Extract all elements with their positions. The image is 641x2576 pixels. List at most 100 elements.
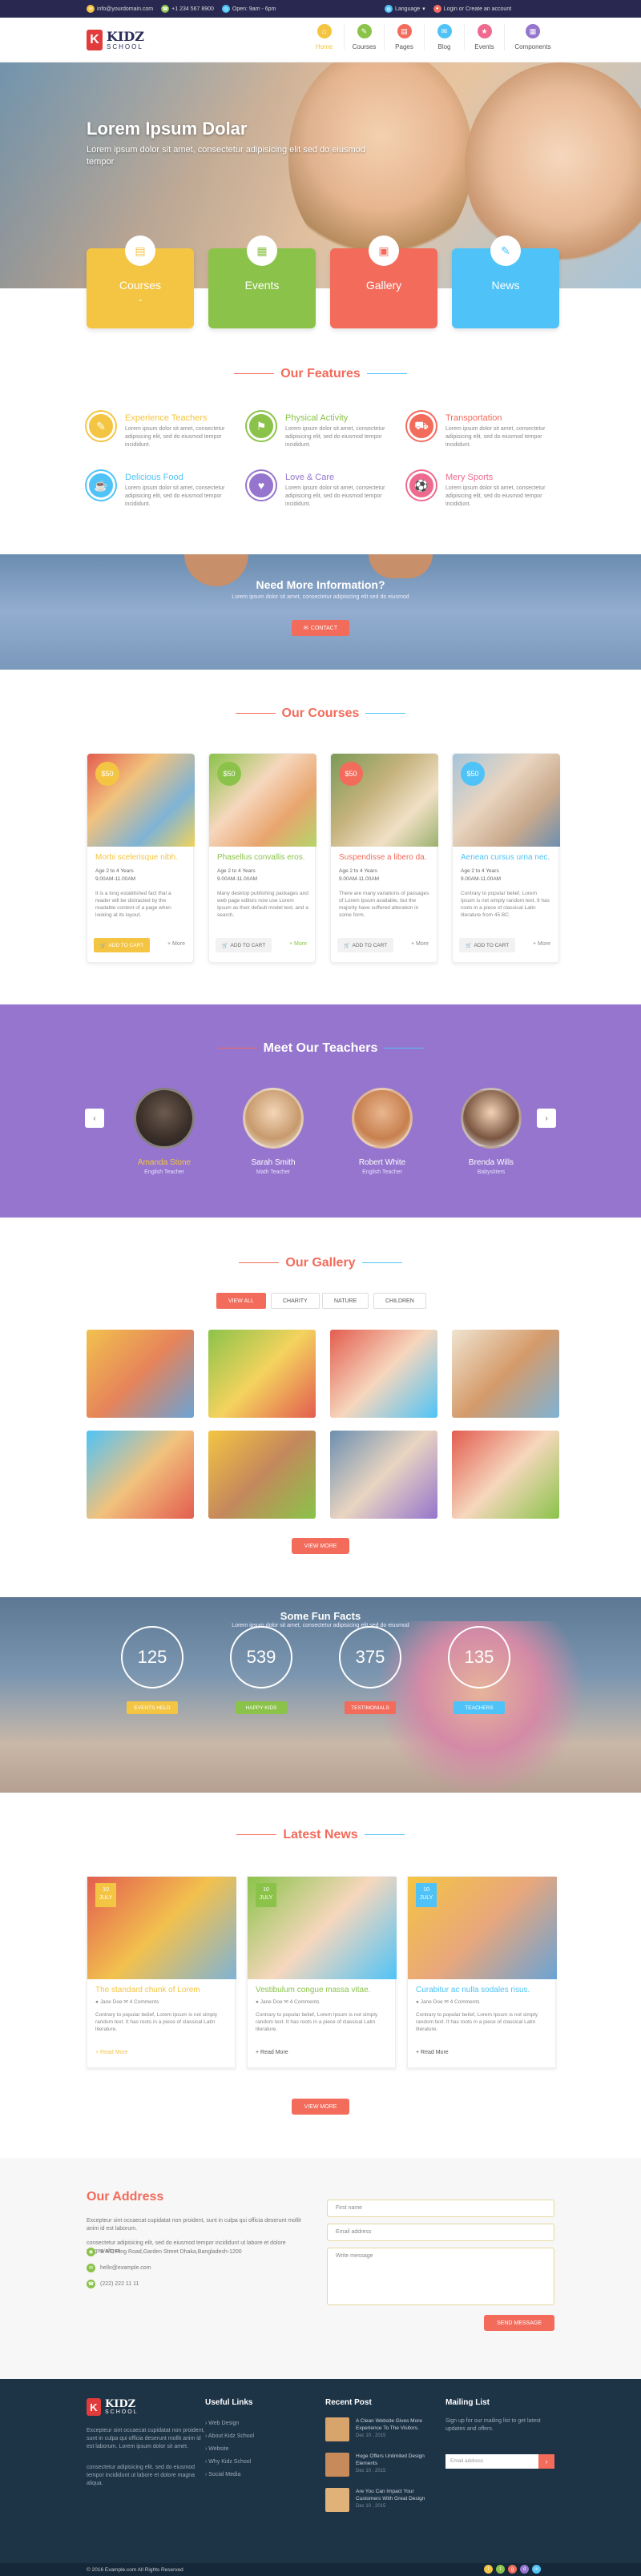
hero-title: Lorem Ipsum Dolar xyxy=(87,119,248,139)
feature-icon: ♥ xyxy=(247,471,276,500)
read-more-link[interactable]: + Read More xyxy=(256,2050,288,2055)
twitter-icon[interactable]: t xyxy=(496,2565,505,2574)
add-to-cart-button[interactable]: 🛒 ADD TO CART xyxy=(337,938,394,952)
course-more-link[interactable]: + More xyxy=(289,941,307,947)
nav-item-pages[interactable]: ▤ Pages xyxy=(385,24,425,50)
recent-post[interactable]: Are You Can Impact Your Customers With G… xyxy=(325,2488,437,2517)
course-more-link[interactable]: + More xyxy=(167,941,185,947)
course-card[interactable]: $50 Aenean cursus urna nec. Age 2 to 4 Yea… xyxy=(452,753,560,963)
email-input[interactable]: Email address xyxy=(327,2224,554,2241)
course-text: There are many variations of passages of… xyxy=(339,891,429,918)
contact-button[interactable]: ✉ CONTACT xyxy=(292,620,349,636)
course-card[interactable]: $50 Phasellus convallis eros. Age 2 to 4 Y… xyxy=(208,753,316,963)
news-title[interactable]: Vestibulum congue massa vitae. xyxy=(256,1986,370,1994)
teacher-avatar xyxy=(352,1088,413,1149)
course-more-link[interactable]: + More xyxy=(411,941,429,947)
hero-text: Lorem ipsum dolor sit amet, consectetur … xyxy=(87,145,365,167)
gallery-image[interactable] xyxy=(330,1431,437,1519)
recent-post[interactable]: Huge Offers Unlimited Design Elements Dec… xyxy=(325,2453,437,2481)
feature-item: ⛟ Transportation Lorem ipsum dolor sit ame… xyxy=(407,412,559,468)
dribbble-icon[interactable]: d xyxy=(520,2565,529,2574)
feature-item: ♥ Love & Care Lorem ipsum dolor sit amet, … xyxy=(247,471,399,527)
gallery-view-more-button[interactable]: VIEW MORE xyxy=(292,1538,349,1554)
footer-link[interactable]: › Web Design xyxy=(205,2417,254,2430)
news-view-more-button[interactable]: VIEW MORE xyxy=(292,2099,349,2115)
gallery-image[interactable] xyxy=(452,1330,559,1418)
nav-item-components[interactable]: ▦ Components xyxy=(505,24,561,50)
feature-title: Delicious Food xyxy=(125,473,183,482)
nav-item-courses[interactable]: ✎ Courses xyxy=(345,24,385,50)
news-title[interactable]: Curabitur ac nulla sodales risus. xyxy=(416,1986,530,1994)
gallery-filter-charity[interactable]: CHARITY xyxy=(271,1293,320,1309)
footer-link[interactable]: › Website xyxy=(205,2443,254,2456)
card-courses[interactable]: ▤ Courses ⌄ xyxy=(87,235,194,328)
google-plus-icon[interactable]: g xyxy=(508,2565,517,2574)
carousel-next-button[interactable]: › xyxy=(537,1109,556,1128)
newsletter-submit-button[interactable]: › xyxy=(538,2454,554,2469)
news-title[interactable]: The standard chunk of Lorem xyxy=(95,1986,200,1994)
add-to-cart-button[interactable]: 🛒 ADD TO CART xyxy=(94,938,151,952)
send-message-button[interactable]: SEND MESSAGE xyxy=(484,2315,554,2331)
gallery-image[interactable] xyxy=(87,1431,194,1519)
news-meta: ● Jane Doe ✉ 4 Comments xyxy=(256,1999,320,2005)
card-news-icon: ✎ xyxy=(490,235,521,266)
card-events[interactable]: ▦ Events xyxy=(208,235,316,328)
clock-icon: ◷ xyxy=(221,5,230,13)
facts-title: Some Fun Facts xyxy=(280,1610,361,1622)
card-gallery[interactable]: ▣ Gallery xyxy=(330,235,437,328)
facebook-icon[interactable]: f xyxy=(484,2565,493,2574)
language-selector[interactable]: ◍ Language ▾ xyxy=(385,5,425,13)
comment-icon: ✉ xyxy=(282,1999,290,2005)
course-title[interactable]: Phasellus convallis eros. xyxy=(217,853,305,862)
nav-item-events[interactable]: ★ Events xyxy=(465,24,505,50)
message-textarea[interactable]: Write message xyxy=(327,2248,554,2305)
add-to-cart-button[interactable]: 🛒 ADD TO CART xyxy=(216,938,272,952)
gallery-image[interactable] xyxy=(87,1330,194,1418)
recent-post[interactable]: A Clean Website Gives More Experience To… xyxy=(325,2417,437,2446)
teacher-card[interactable]: Brenda Wills Babysitters xyxy=(447,1088,535,1175)
feature-icon: ☕ xyxy=(87,471,115,500)
gallery-filter-children[interactable]: CHILDREN xyxy=(373,1293,426,1309)
footer-link[interactable]: › Why Kidz School xyxy=(205,2456,254,2469)
nav-item-blog[interactable]: ✉ Blog xyxy=(425,24,465,50)
linkedin-icon[interactable]: in xyxy=(532,2565,541,2574)
footer-logo[interactable]: K KIDZ SCHOOL xyxy=(87,2398,139,2416)
login-link[interactable]: ● Login or Create an account xyxy=(433,5,511,13)
courses-title: Our Courses xyxy=(0,706,641,721)
carousel-prev-button[interactable]: ‹ xyxy=(85,1109,104,1128)
topbar-email[interactable]: ✉ info@yourdomain.com xyxy=(87,5,153,13)
newsletter-email-input[interactable]: Email address xyxy=(445,2454,538,2469)
gallery-image[interactable] xyxy=(208,1330,316,1418)
footer-link[interactable]: › Social Media xyxy=(205,2469,254,2481)
news-card[interactable]: 10 JULY Vestibulum congue massa vitae. ● Ja… xyxy=(247,1876,397,2068)
first-name-input[interactable]: First name xyxy=(327,2200,554,2217)
nav-item-home[interactable]: ⌂ Home xyxy=(304,24,345,50)
gallery-image[interactable] xyxy=(208,1431,316,1519)
teacher-card[interactable]: Robert White English Teacher xyxy=(338,1088,426,1175)
recent-post-title: Are You Can Impact Your Customers With G… xyxy=(356,2489,425,2502)
read-more-link[interactable]: + Read More xyxy=(416,2050,449,2055)
gallery-image[interactable] xyxy=(452,1431,559,1519)
cart-icon: 🛒 xyxy=(344,943,350,948)
add-to-cart-button[interactable]: 🛒 ADD TO CART xyxy=(459,938,516,952)
footer-link[interactable]: › About Kidz School xyxy=(205,2430,254,2443)
course-title[interactable]: Morbi scelerisque nibh. xyxy=(95,853,178,862)
gallery-image[interactable] xyxy=(330,1330,437,1418)
course-title[interactable]: Suspendisse a libero da. xyxy=(339,853,427,862)
read-more-link[interactable]: + Read More xyxy=(95,2050,128,2055)
teacher-name: Amanda Stone xyxy=(137,1158,191,1167)
address-email[interactable]: ✉ hello@example.com xyxy=(87,2264,151,2272)
gallery-filter-nature[interactable]: NATURE xyxy=(322,1293,369,1309)
logo[interactable]: K KIDZ SCHOOL xyxy=(87,26,159,54)
teacher-card[interactable]: Sarah Smith Math Teacher xyxy=(229,1088,317,1175)
teacher-card[interactable]: Amanda Stone English Teacher xyxy=(120,1088,208,1175)
gallery-filter-view-all[interactable]: VIEW ALL xyxy=(216,1293,266,1309)
news-card[interactable]: 10 JULY The standard chunk of Lorem ● Jane … xyxy=(87,1876,236,2068)
course-card[interactable]: $50 Morbi scelerisque nibh. Age 2 to 4 Yea… xyxy=(87,753,195,963)
course-title[interactable]: Aenean cursus urna nec. xyxy=(461,853,550,862)
news-card[interactable]: 10 JULY Curabitur ac nulla sodales risus. ●… xyxy=(407,1876,557,2068)
card-news[interactable]: ✎ News xyxy=(452,235,559,328)
create-account-link[interactable]: Create an account xyxy=(466,6,511,12)
course-more-link[interactable]: + More xyxy=(533,941,550,947)
course-card[interactable]: $50 Suspendisse a libero da. Age 2 to 4 Ye… xyxy=(330,753,438,963)
